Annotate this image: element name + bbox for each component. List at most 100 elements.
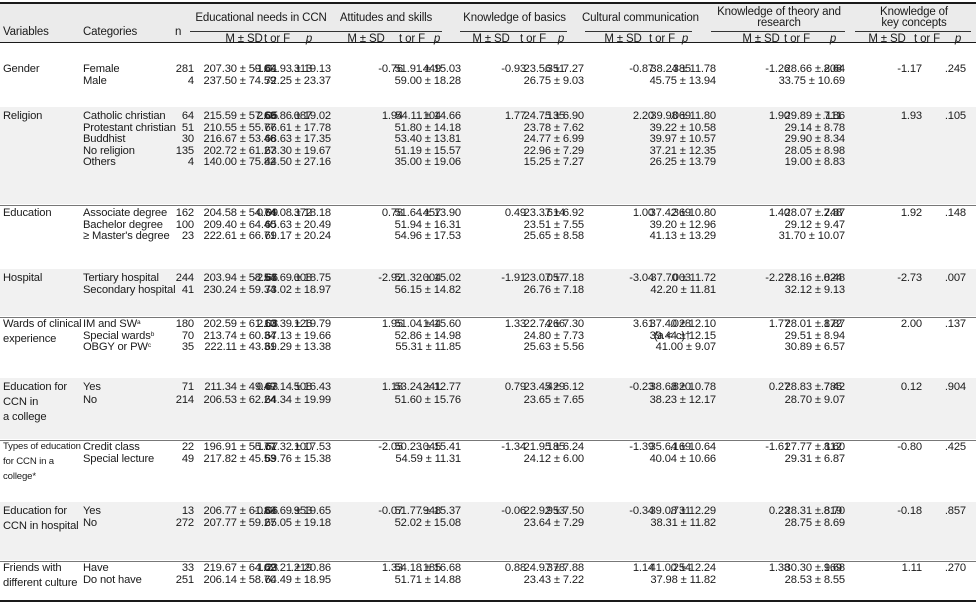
variable-label-1-0: Religion	[3, 110, 43, 122]
mean-sd-2-2-2: 54.96 ± 17.53	[394, 230, 462, 243]
variable-label-7-0: Education for	[3, 505, 67, 517]
mean-sd-0-1-5: 33.75 ± 10.69	[778, 74, 846, 87]
p-value-6-0-5: .425	[944, 441, 966, 453]
mean-sd-0-1-4: 45.75 ± 13.94	[649, 74, 717, 87]
mean-sd-8-1-3: 23.43 ± 7.22	[523, 573, 584, 586]
p-value-1-0-5: .105	[944, 110, 966, 122]
variable-label-5-1: CCN in	[3, 396, 39, 408]
p-value-3-0-5: .007	[944, 272, 966, 284]
header-group-2-rule	[460, 31, 567, 32]
header-p-4: p	[829, 33, 837, 45]
header-p-5: p	[954, 33, 962, 45]
mean-sd-8-1-1: 64.49 ± 18.95	[264, 573, 332, 586]
header-p-0: p	[305, 33, 313, 45]
header-ms-3: M ± SD	[604, 33, 642, 45]
mean-sd-7-1-3: 23.64 ± 7.29	[523, 516, 584, 529]
header-group-4-line2: research	[757, 17, 801, 29]
mean-sd-3-1-2: 56.15 ± 14.82	[394, 283, 462, 296]
top-rule	[0, 2, 976, 4]
header-group-0-rule	[190, 31, 330, 32]
variable-label-8-0: Friends with	[3, 562, 62, 574]
header-ms-5: M ± SD	[868, 33, 906, 45]
category-footnote-mark: c	[147, 342, 151, 350]
mean-sd-8-1-4: 37.98 ± 11.82	[650, 573, 716, 586]
category-4-2: OBGY or PWc	[83, 341, 151, 354]
mean-sd-5-1-4: 38.23 ± 12.17	[649, 394, 717, 407]
variable-label-7-1: CCN in hospital	[3, 520, 79, 532]
mean-sd-2-2-4: 41.13 ± 13.29	[649, 230, 717, 243]
variable-label-8-1: different culture	[3, 577, 78, 589]
category-2-2: ≥ Master's degree	[83, 230, 170, 243]
mean-sd-4-2-4: 41.00 ± 9.07	[655, 341, 716, 354]
mean-sd-5-1-5: 28.70 ± 9.07	[784, 394, 845, 407]
mean-sd-1-4-5: 19.00 ± 8.83	[784, 156, 845, 169]
header-group-1-rule	[328, 31, 442, 32]
mean-sd-4-2-1: 69.29 ± 13.38	[264, 341, 332, 354]
mean-sd-1-4-4: 26.25 ± 13.79	[649, 156, 717, 169]
variable-label-0-0: Gender	[3, 63, 40, 75]
mean-sd-7-1-4: 38.31 ± 11.82	[650, 516, 716, 529]
variable-label-6-2: college*	[3, 471, 36, 482]
category-0-1: Male	[83, 74, 107, 87]
header-group-0-line1: Educational needs in CCN	[195, 12, 327, 24]
p-value-5-0-5: .904	[944, 381, 966, 393]
mean-sd-3-1-5: 32.12 ± 9.13	[784, 283, 845, 296]
header-categories: Categories	[83, 26, 138, 38]
variable-label-4-1: experience	[3, 333, 57, 345]
header-tf-1: t or F	[399, 33, 425, 45]
header-ms-2: M ± SD	[472, 33, 510, 45]
mean-sd-4-2-2: 55.31 ± 11.85	[395, 341, 461, 354]
mean-sd-8-1-2: 51.71 ± 14.88	[394, 573, 462, 586]
header-group-3-rule	[585, 31, 692, 32]
mean-sd-0-1-2: 59.00 ± 18.28	[394, 74, 462, 87]
header-ms-1: M ± SD	[347, 33, 385, 45]
header-p-3: p	[681, 33, 689, 45]
mean-sd-6-1-4: 40.04 ± 10.66	[649, 452, 717, 465]
mean-sd-0-1-3: 26.75 ± 9.03	[523, 74, 584, 87]
variable-label-6-0: Types of education	[3, 441, 81, 452]
section-rule-1	[0, 205, 976, 206]
header-group-4-rule	[711, 31, 845, 32]
mean-sd-8-1-5: 28.53 ± 8.55	[784, 573, 845, 586]
mean-sd-3-1-4: 42.20 ± 11.81	[650, 283, 716, 296]
mean-sd-5-0-3: 23.45 ± 6.12	[523, 381, 584, 393]
mean-sd-4-2-3: 25.63 ± 5.56	[523, 341, 584, 354]
mean-sd-4-2-5: 30.89 ± 6.57	[784, 341, 845, 354]
variable-label-3-0: Hospital	[3, 272, 43, 284]
mean-sd-3-1-3: 26.76 ± 7.18	[523, 283, 584, 296]
mean-sd-2-2-3: 25.65 ± 8.58	[523, 230, 584, 243]
variable-label-2-0: Education	[3, 207, 52, 219]
bottom-rule	[0, 600, 976, 602]
header-group-3-line1: Cultural communication	[582, 12, 699, 24]
mean-sd-5-1-2: 51.60 ± 15.76	[394, 394, 462, 407]
mean-sd-5-0-2: 53.24 ± 12.77	[394, 381, 462, 393]
mean-sd-3-1-1: 73.02 ± 18.97	[264, 283, 332, 296]
mean-sd-5-1-1: 64.34 ± 19.99	[264, 394, 332, 407]
mean-sd-7-1-1: 65.05 ± 19.18	[264, 516, 332, 529]
header-tf-0: t or F	[264, 33, 290, 45]
category-footnote-mark: a	[136, 319, 141, 326]
category-3-1: Secondary hospital	[83, 283, 176, 296]
header-tf-4: t or F	[784, 33, 810, 45]
header-variables: Variables	[3, 26, 49, 38]
category-6-1: Special lecture	[83, 452, 155, 465]
statistics-table: Variables Categories n Educational needs in…	[0, 0, 976, 603]
header-tf-3: t or F	[649, 33, 675, 45]
category-footnote-mark: b	[150, 330, 155, 338]
p-value-7-0-5: .857	[944, 505, 966, 517]
header-group-2-line1: Knowledge of basics	[463, 12, 566, 24]
mean-sd-1-4-3: 15.25 ± 7.27	[523, 156, 584, 169]
mean-sd-5-0-4: 38.68 ± 10.78	[649, 381, 717, 393]
header-group-1-line1: Attitudes and skills	[339, 12, 433, 24]
mean-sd-7-1-5: 28.75 ± 8.69	[784, 516, 845, 529]
mean-sd-7-1-2: 52.02 ± 15.08	[394, 516, 462, 529]
mean-sd-5-0-5: 28.83 ± 7.42	[784, 381, 845, 393]
variable-label-5-2: a college	[3, 411, 47, 423]
mean-sd-6-1-5: 29.31 ± 6.87	[784, 452, 845, 465]
p-value-0-0-5: .245	[944, 63, 966, 75]
header-p-2: p	[557, 33, 565, 45]
variable-label-5-0: Education for	[3, 381, 67, 393]
mean-sd-6-1-3: 24.12 ± 6.00	[523, 452, 584, 465]
category-7-1: No	[83, 516, 98, 529]
header-tf-2: t or F	[520, 33, 546, 45]
